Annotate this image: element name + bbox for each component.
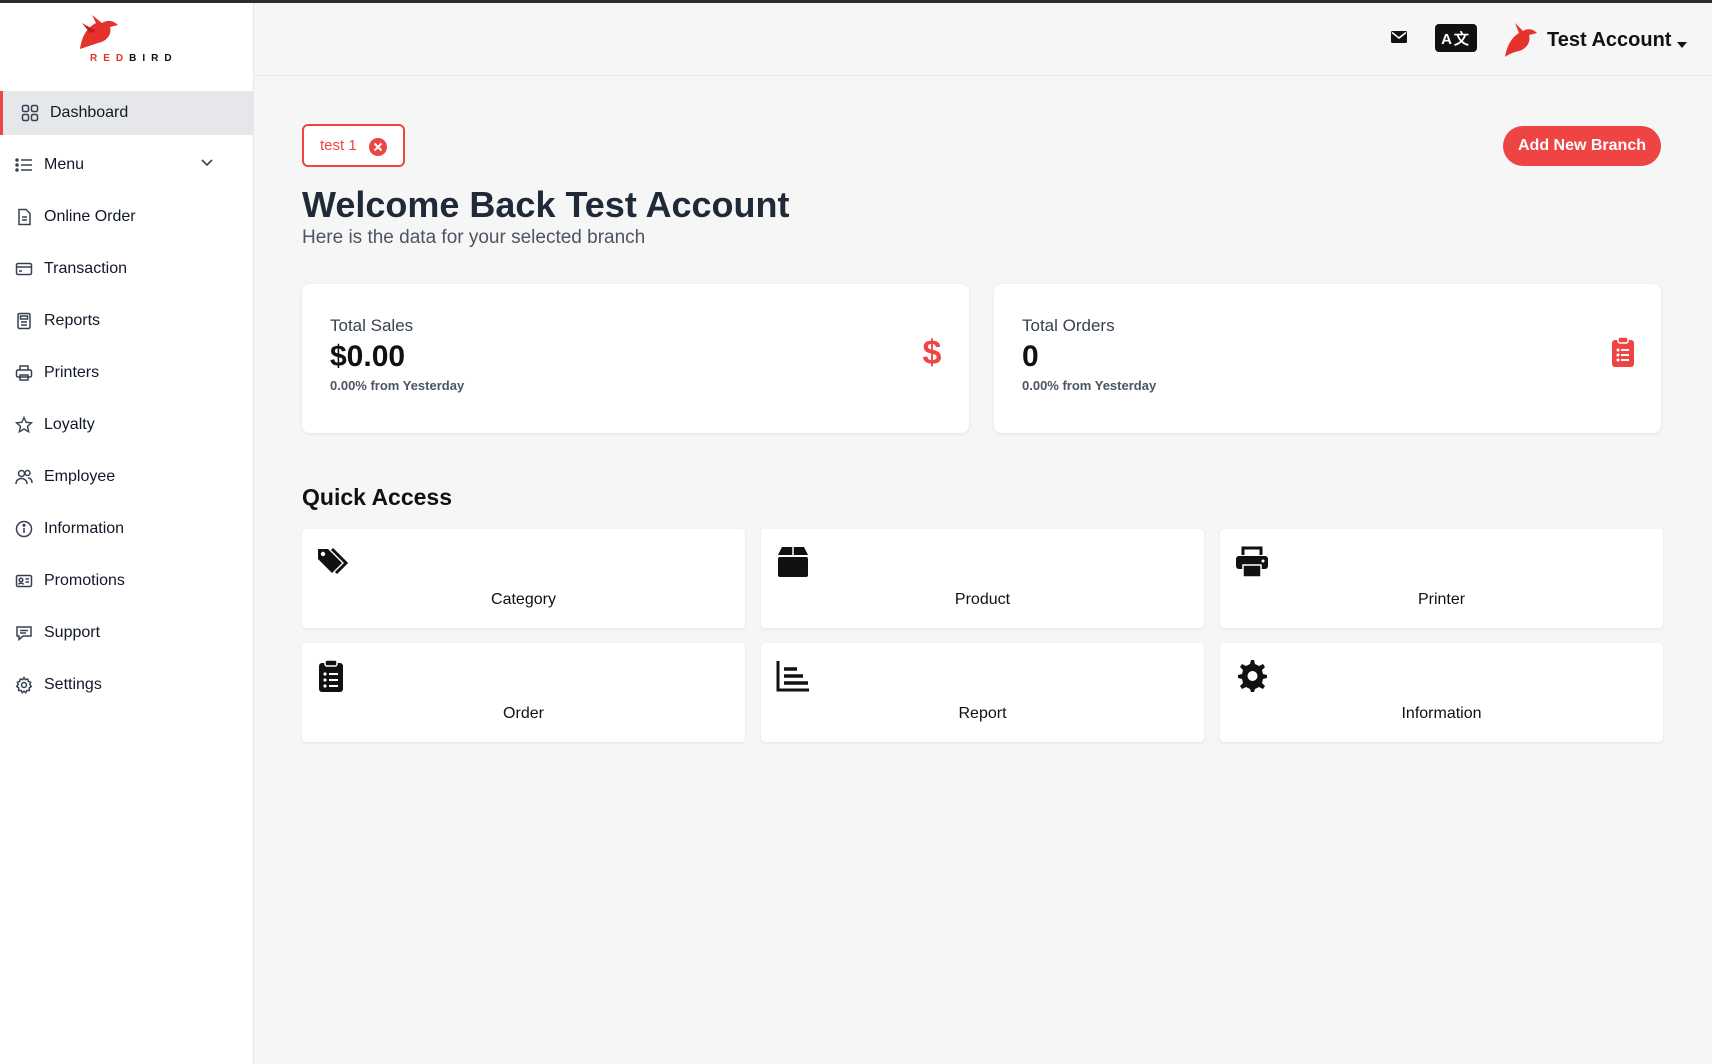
credit-card-icon [14,259,34,279]
sidebar-item-transaction[interactable]: Transaction [0,247,254,291]
mail-icon[interactable] [1391,30,1407,49]
translate-icon[interactable]: A文 [1435,24,1477,52]
logo-wordmark: REDBIRD [90,53,178,64]
sidebar-item-printers[interactable]: Printers [0,351,254,395]
sidebar-item-label: Printers [44,364,100,381]
tags-icon [316,545,352,579]
stat-change: 0.00% from Yesterday [1022,378,1157,393]
sidebar-item-label: Reports [44,312,101,329]
sidebar: REDBIRD Dashboard Menu Online Order Tran… [0,3,254,1064]
printer-icon [14,363,34,383]
stat-value: $0.00 [330,340,406,373]
stat-label: Total Sales [330,316,414,335]
document-icon [14,207,34,227]
redbird-logo[interactable]: REDBIRD [74,13,184,69]
sidebar-item-label: Loyalty [44,416,95,433]
sidebar-item-support[interactable]: Support [0,611,254,655]
bird-avatar-icon [1505,23,1537,57]
branch-chip-label: test 1 [320,137,357,154]
quick-access-label: Category [491,591,556,608]
quick-access-title: Quick Access [302,484,453,510]
dollar-icon: $ [921,334,943,375]
svg-text:$: $ [923,336,942,370]
sidebar-nav: Dashboard Menu Online Order Transaction [0,91,254,715]
stat-card-total-sales: Total Sales $0.00 0.00% from Yesterday $ [302,284,969,433]
sidebar-item-label: Settings [44,676,102,693]
stat-card-total-orders: Total Orders 0 0.00% from Yesterday [994,284,1661,433]
sidebar-item-online-order[interactable]: Online Order [0,195,254,239]
sidebar-item-label: Promotions [44,572,125,589]
list-icon [14,155,34,175]
close-circle-icon[interactable] [368,137,388,161]
clipboard-list-icon [1611,336,1635,373]
avatar[interactable] [1503,19,1539,59]
id-card-icon [14,571,34,591]
sidebar-item-label: Employee [44,468,116,485]
chat-icon [14,623,34,643]
sidebar-item-label: Support [44,624,101,641]
stat-value: 0 [1022,340,1039,373]
star-icon [14,415,34,435]
sidebar-item-employee[interactable]: Employee [0,455,254,499]
calculator-icon [14,311,34,331]
quick-access-information[interactable]: Information [1220,643,1663,742]
sidebar-item-reports[interactable]: Reports [0,299,254,343]
page-subtitle: Here is the data for your selected branc… [302,227,646,248]
quick-access-label: Product [954,591,1011,608]
page-title: Welcome Back Test Account [302,184,790,225]
branch-chip[interactable]: test 1 [302,124,405,167]
grid-icon [20,103,40,123]
quick-access-report[interactable]: Report [761,643,1204,742]
bar-chart-icon [775,659,811,693]
quick-access-printer[interactable]: Printer [1220,529,1663,628]
sidebar-item-label: Information [44,520,125,537]
info-icon [14,519,34,539]
sidebar-item-label: Transaction [44,260,127,277]
sidebar-item-label: Dashboard [50,104,129,121]
printer-icon [1234,545,1270,579]
quick-access-label: Report [958,705,1007,722]
stat-label: Total Orders [1022,316,1115,335]
quick-access-label: Information [1401,705,1482,722]
sidebar-item-information[interactable]: Information [0,507,254,551]
box-icon [775,545,811,579]
quick-access-category[interactable]: Category [302,529,745,628]
sidebar-item-promotions[interactable]: Promotions [0,559,254,603]
sidebar-item-menu[interactable]: Menu [0,143,254,187]
quick-access-label: Printer [1417,591,1466,608]
users-icon [14,467,34,487]
gear-icon [14,675,34,695]
quick-access-order[interactable]: Order [302,643,745,742]
quick-access-label: Order [503,705,544,722]
caret-down-icon[interactable] [1676,36,1688,54]
sidebar-item-label: Menu [44,156,85,173]
sidebar-item-label: Online Order [44,208,136,225]
top-header: A文 Test Account [255,3,1712,76]
add-new-branch-button[interactable]: Add New Branch [1503,126,1661,166]
account-name[interactable]: Test Account [1547,29,1671,52]
bird-logo-icon [80,15,118,49]
stat-change: 0.00% from Yesterday [330,378,465,393]
gear-icon [1234,659,1270,693]
sidebar-item-loyalty[interactable]: Loyalty [0,403,254,447]
clipboard-list-icon [316,659,352,693]
sidebar-item-settings[interactable]: Settings [0,663,254,707]
quick-access-product[interactable]: Product [761,529,1204,628]
sidebar-item-dashboard[interactable]: Dashboard [0,91,254,135]
chevron-down-icon[interactable] [200,156,214,175]
